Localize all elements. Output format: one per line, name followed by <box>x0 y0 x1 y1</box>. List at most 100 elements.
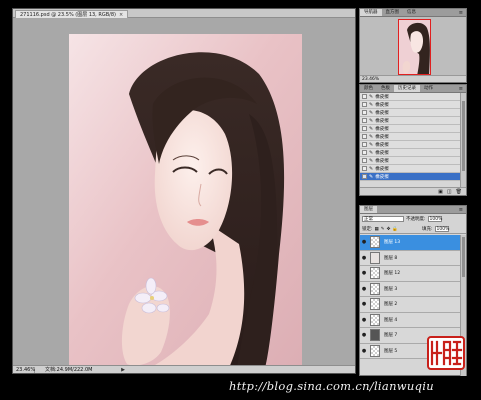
history-item-label: 橡皮擦 <box>375 158 389 164</box>
canvas-area[interactable] <box>13 18 355 368</box>
tab-layers[interactable]: 图层 <box>360 206 377 213</box>
painting-canvas[interactable] <box>69 34 302 368</box>
history-item[interactable]: ✎ 橡皮擦 <box>360 117 460 125</box>
history-item[interactable]: ✎ 橡皮擦 <box>360 141 460 149</box>
history-source-checkbox[interactable] <box>362 94 367 99</box>
lock-transparency-icon[interactable]: ▦ <box>375 227 379 232</box>
trash-icon[interactable]: 🗑 <box>456 188 462 195</box>
document-size-info[interactable]: 文档:24.9M/222.0M <box>35 366 92 373</box>
panel-menu-icon[interactable]: ≡ <box>456 9 466 16</box>
panel-menu-icon[interactable]: ≡ <box>456 85 466 92</box>
history-item[interactable]: ✎ 橡皮擦 <box>360 93 460 101</box>
history-panel: 颜色 色板 历史记录 动作 ≡ ✎ 橡皮擦 ✎ 橡皮擦 ✎ 橡皮擦 ✎ 橡皮擦 ✎ 橡皮擦… <box>359 84 467 196</box>
tab-history[interactable]: 历史记录 <box>394 85 420 92</box>
eraser-icon: ✎ <box>369 157 374 164</box>
tab-actions[interactable]: 动作 <box>420 85 437 92</box>
layer-row[interactable]: ● 图层 8 <box>360 250 460 266</box>
history-source-checkbox[interactable] <box>362 166 367 171</box>
tab-swatches[interactable]: 色板 <box>377 85 394 92</box>
layer-thumbnail <box>370 282 380 295</box>
navigator-view-box[interactable] <box>398 19 431 75</box>
history-source-checkbox[interactable] <box>362 118 367 123</box>
history-item[interactable]: ✎ 橡皮擦 <box>360 125 460 133</box>
history-item-label: 橡皮擦 <box>375 166 389 172</box>
layer-thumbnail <box>370 236 380 249</box>
panel-menu-icon[interactable]: ≡ <box>456 206 466 213</box>
layer-thumbnail <box>370 267 380 280</box>
status-menu-arrow-icon[interactable]: ▶ <box>121 367 125 373</box>
layer-name: 图层 3 <box>384 286 398 292</box>
layer-row[interactable]: ● 图层 12 <box>360 266 460 282</box>
lock-pixels-icon[interactable]: ✎ <box>381 227 385 232</box>
history-source-checkbox[interactable] <box>362 102 367 107</box>
status-bar: 23.46% 文档:24.9M/222.0M ▶ <box>13 365 355 373</box>
eye-icon[interactable]: ● <box>360 239 368 245</box>
layer-row[interactable]: ● 图层 4 <box>360 312 460 328</box>
eraser-icon: ✎ <box>369 141 374 148</box>
history-item[interactable]: ✎ 橡皮擦 <box>360 165 460 173</box>
layer-thumbnail <box>370 251 380 264</box>
history-item-label: 橡皮擦 <box>375 118 389 124</box>
layer-options: 正常 不透明度: 100% 锁定: ▦ ✎ ✥ 🔒 填充: 100% <box>360 214 466 234</box>
opacity-field[interactable]: 100% <box>427 216 442 222</box>
history-item[interactable]: ✎ 橡皮擦 <box>360 149 460 157</box>
zoom-level[interactable]: 23.46% <box>13 366 35 373</box>
photoshop-window: 271116.psd @ 23.5% (图层 13, RGB/8) × 23.4… <box>0 0 481 400</box>
layer-name: 图层 5 <box>384 348 398 354</box>
history-source-checkbox[interactable] <box>362 150 367 155</box>
tab-navigator[interactable]: 导航器 <box>360 9 382 16</box>
layer-name: 图层 13 <box>384 240 401 246</box>
history-tab-bar: 颜色 色板 历史记录 动作 ≡ <box>360 85 466 93</box>
history-item[interactable]: ✎ 橡皮擦 <box>360 157 460 165</box>
new-document-icon[interactable]: ▣ <box>438 188 443 195</box>
lock-label: 锁定: <box>362 227 373 232</box>
eye-icon[interactable]: ● <box>360 332 368 338</box>
navigator-zoom[interactable]: 23.46% <box>360 75 466 82</box>
new-snapshot-icon[interactable]: ◫ <box>447 188 452 195</box>
tab-info[interactable]: 信息 <box>403 9 420 16</box>
layer-name: 图层 7 <box>384 333 398 339</box>
history-item-current[interactable]: ✎ 橡皮擦 <box>360 173 460 181</box>
layer-row[interactable]: ● 图层 3 <box>360 281 460 297</box>
history-source-checkbox[interactable] <box>362 134 367 139</box>
navigator-preview[interactable] <box>360 17 466 77</box>
history-item[interactable]: ✎ 橡皮擦 <box>360 133 460 141</box>
layer-thumbnail <box>370 313 380 326</box>
history-scrollbar[interactable] <box>460 93 466 189</box>
eye-icon[interactable]: ● <box>360 286 368 292</box>
blend-mode-select[interactable]: 正常 <box>362 216 404 222</box>
eraser-icon: ✎ <box>369 173 374 180</box>
lock-position-icon[interactable]: ✥ <box>387 227 391 232</box>
eye-icon[interactable]: ● <box>360 270 368 276</box>
eye-icon[interactable]: ● <box>360 348 368 354</box>
tab-histogram[interactable]: 直方图 <box>382 9 404 16</box>
document-tab[interactable]: 271116.psd @ 23.5% (图层 13, RGB/8) × <box>15 10 129 18</box>
layer-row[interactable]: ● 图层 13 <box>360 235 460 251</box>
eraser-icon: ✎ <box>369 93 374 100</box>
history-source-checkbox[interactable] <box>362 158 367 163</box>
history-source-checkbox[interactable] <box>362 174 367 179</box>
history-source-checkbox[interactable] <box>362 142 367 147</box>
history-item[interactable]: ✎ 橡皮擦 <box>360 101 460 109</box>
eraser-icon: ✎ <box>369 125 374 132</box>
history-source-checkbox[interactable] <box>362 126 367 131</box>
lock-all-icon[interactable]: 🔒 <box>392 227 398 232</box>
tab-color[interactable]: 颜色 <box>360 85 377 92</box>
document-window: 271116.psd @ 23.5% (图层 13, RGB/8) × 23.4… <box>12 8 356 374</box>
close-icon[interactable]: × <box>119 12 123 18</box>
scrollbar-thumb[interactable] <box>462 237 465 277</box>
fill-field[interactable]: 100% <box>434 226 449 232</box>
history-item[interactable]: ✎ 橡皮擦 <box>360 109 460 117</box>
document-tab-title: 271116.psd @ 23.5% (图层 13, RGB/8) <box>20 12 116 18</box>
layer-row[interactable]: ● 图层 2 <box>360 297 460 313</box>
history-source-checkbox[interactable] <box>362 110 367 115</box>
layer-name: 图层 8 <box>384 255 398 261</box>
scrollbar-thumb[interactable] <box>462 101 465 171</box>
eraser-icon: ✎ <box>369 109 374 116</box>
eye-icon[interactable]: ● <box>360 301 368 307</box>
layer-thumbnail <box>370 298 380 311</box>
eye-icon[interactable]: ● <box>360 317 368 323</box>
eraser-icon: ✎ <box>369 117 374 124</box>
eye-icon[interactable]: ● <box>360 255 368 261</box>
navigator-panel: 导航器 直方图 信息 ≡ 23.46% <box>359 8 467 83</box>
